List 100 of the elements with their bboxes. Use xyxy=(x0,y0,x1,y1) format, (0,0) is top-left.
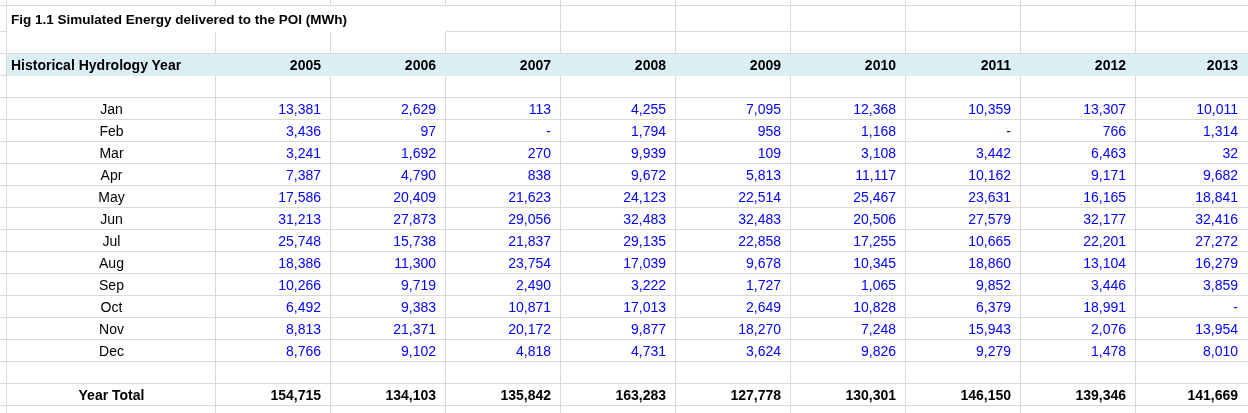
table-cell-text: 2,076 xyxy=(1089,320,1127,339)
table-cell-text: 25,748 xyxy=(277,232,322,251)
table-cell-text: 16,165 xyxy=(1082,188,1127,207)
table-cell-text: 4,818 xyxy=(514,342,552,361)
table-cell-text: 4,731 xyxy=(629,342,667,361)
table-cell-text: 130,301 xyxy=(844,386,897,405)
table-cell-text: 10,828 xyxy=(852,298,897,317)
table-cell-text: 1,794 xyxy=(629,122,667,141)
header-cell: 2011 xyxy=(906,54,1021,76)
table-cell-text: Aug xyxy=(98,254,125,273)
table-cell-text: 134,103 xyxy=(384,386,437,405)
table-cell-text: Apr xyxy=(99,166,124,185)
table-cell-text: Nov xyxy=(98,320,125,339)
header-cell: 2008 xyxy=(561,54,676,76)
table-cell-text: 4,255 xyxy=(629,100,667,119)
table-cell-text: 27,873 xyxy=(392,210,437,229)
table-cell-text: 838 xyxy=(526,166,552,185)
table-cell-text: 2,649 xyxy=(744,298,782,317)
table-cell-text: 10,345 xyxy=(852,254,897,273)
table-cell-text: 9,102 xyxy=(399,342,437,361)
table-cell-text: 7,387 xyxy=(284,166,322,185)
table-cell-text: 29,135 xyxy=(622,232,667,251)
table-cell-text: 141,669 xyxy=(1186,386,1239,405)
table-cell-text: 21,623 xyxy=(507,188,552,207)
table-cell-text: 139,346 xyxy=(1074,386,1127,405)
header-cell: 2012 xyxy=(1021,54,1136,76)
table-cell-text: - xyxy=(1232,298,1239,317)
table-cell-text: 17,255 xyxy=(852,232,897,251)
table-cell-text: 5,813 xyxy=(744,166,782,185)
table-cell-text: 7,248 xyxy=(859,320,897,339)
table-cell-text: 23,631 xyxy=(967,188,1012,207)
table-cell-text: 3,442 xyxy=(974,144,1012,163)
table-cell-text: 22,514 xyxy=(737,188,782,207)
table-cell-text: 1,168 xyxy=(859,122,897,141)
table-cell-text: 12,368 xyxy=(852,100,897,119)
table-cell-text: 8,010 xyxy=(1201,342,1239,361)
table-cell-text: 11,117 xyxy=(854,166,897,185)
table-cell-text: 10,266 xyxy=(277,276,322,295)
table-cell-text: 22,858 xyxy=(737,232,782,251)
table-cell-text: 154,715 xyxy=(269,386,322,405)
table-cell-text: 2,490 xyxy=(514,276,552,295)
table-cell-text: 2,629 xyxy=(399,100,437,119)
table-cell-text: 27,272 xyxy=(1194,232,1239,251)
header-cell: 2007 xyxy=(446,54,561,76)
table-cell-text: 22,201 xyxy=(1082,232,1127,251)
table-cell-text: 18,270 xyxy=(737,320,782,339)
table-cell-text: Jul xyxy=(101,232,122,251)
table-cell-text: Oct xyxy=(99,298,124,317)
table-cell-text: 24,123 xyxy=(622,188,667,207)
table-cell-text: 3,222 xyxy=(629,276,667,295)
table-cell-text: 9,682 xyxy=(1201,166,1239,185)
table-cell-text: 13,104 xyxy=(1082,254,1127,273)
table-cell-text: 10,162 xyxy=(967,166,1012,185)
table-cell-text: 32,416 xyxy=(1194,210,1239,229)
table-cell-text: 11,300 xyxy=(393,254,437,273)
table-cell-text: Jan xyxy=(99,100,124,119)
table-cell-text: Mar xyxy=(98,144,125,163)
table-cell-text: 18,860 xyxy=(967,254,1012,273)
header-cell: 2010 xyxy=(791,54,906,76)
table-cell-text: May xyxy=(97,188,126,207)
table-cell-text: 1,065 xyxy=(859,276,897,295)
table-cell-text: 97 xyxy=(419,122,437,141)
table-cell-text: 135,842 xyxy=(499,386,552,405)
header-cell: 2009 xyxy=(676,54,791,76)
header-cell: 2013 xyxy=(1136,54,1248,76)
table-cell-text: 23,754 xyxy=(507,254,552,273)
table-cell-text: 15,943 xyxy=(967,320,1012,339)
table-cell-text: 766 xyxy=(1101,122,1127,141)
header-cell: 2006 xyxy=(331,54,446,76)
table-cell-text: 3,241 xyxy=(284,144,322,163)
table-cell-text: 9,171 xyxy=(1089,166,1127,185)
table-cell-text: 3,108 xyxy=(859,144,897,163)
table-cell-text: 31,213 xyxy=(277,210,322,229)
table-cell-text: 9,877 xyxy=(629,320,667,339)
table-cell-text: Feb xyxy=(98,122,125,141)
table-cell-text: Dec xyxy=(98,342,125,361)
table-cell-text: 17,586 xyxy=(277,188,322,207)
table-cell-text: 4,790 xyxy=(399,166,437,185)
table-cell-text: Sep xyxy=(98,276,125,295)
table-cell-text: 21,371 xyxy=(392,320,437,339)
table-cell-text: 9,279 xyxy=(974,342,1012,361)
table-cell-text: 6,379 xyxy=(974,298,1012,317)
table-cell-text: 21,837 xyxy=(507,232,552,251)
table-cell-text: 9,939 xyxy=(629,144,667,163)
table-cell-text: 7,095 xyxy=(744,100,782,119)
table-cell-text: 20,409 xyxy=(392,188,437,207)
table-cell-text: 8,813 xyxy=(284,320,322,339)
table-cell-text: 17,039 xyxy=(622,254,667,273)
table-cell-text: Jun xyxy=(99,210,124,229)
table-cell-text: 10,011 xyxy=(1195,100,1239,119)
table-cell-text: 3,624 xyxy=(744,342,782,361)
table-cell-text: 13,307 xyxy=(1082,100,1127,119)
table-cell-text: 6,492 xyxy=(284,298,322,317)
table-cell-text: 270 xyxy=(526,144,552,163)
header-cell: 2005 xyxy=(216,54,331,76)
table-cell-text: 9,678 xyxy=(744,254,782,273)
table-cell-text: 109 xyxy=(756,144,782,163)
table-cell-text: 16,279 xyxy=(1194,254,1239,273)
table-cell-text: 146,150 xyxy=(959,386,1012,405)
header-cell: Historical Hydrology Year xyxy=(7,54,216,76)
